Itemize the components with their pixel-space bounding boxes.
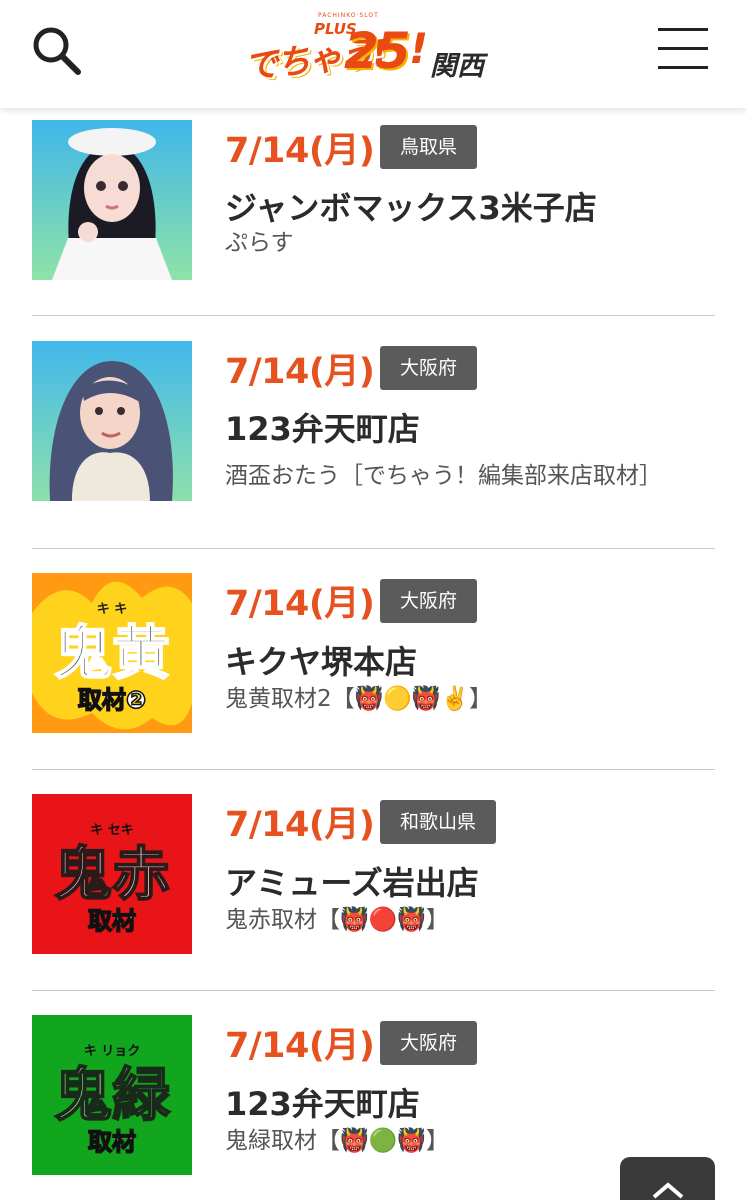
scroll-to-top-button[interactable] bbox=[620, 1157, 715, 1200]
portrait-thumbnail bbox=[32, 120, 192, 280]
chevron-up-icon bbox=[652, 1182, 684, 1199]
event-description: ぷらす bbox=[225, 230, 294, 256]
shop-name: キクヤ堺本店 bbox=[225, 643, 418, 681]
prefecture-badge: 大阪府 bbox=[380, 346, 478, 390]
prefecture-badge: 和歌山県 bbox=[380, 800, 497, 844]
prefecture-badge: 鳥取県 bbox=[380, 125, 478, 169]
event-date: 7/14(月) bbox=[225, 131, 375, 171]
logo-region: 関西 bbox=[430, 51, 484, 82]
oni-red-badge-thumbnail: キ セキ 鬼赤 取材 bbox=[32, 794, 192, 954]
list-item[interactable]: 7/14(月) 大阪府 123弁天町店 酒盃おたう［でちゃう！編集部来店取材］ bbox=[32, 316, 715, 549]
shop-name: 123弁天町店 bbox=[225, 410, 420, 448]
portrait-thumbnail bbox=[32, 341, 192, 501]
badge-sub-text: 取材❷ bbox=[78, 686, 146, 714]
search-icon[interactable] bbox=[28, 22, 84, 78]
event-description: 鬼緑取材【👹🟢👹】 bbox=[225, 1128, 449, 1154]
ruby-text: キ リョク bbox=[84, 1044, 141, 1059]
list-item[interactable]: キ キ 鬼黄 取材❷ 7/14(月) 大阪府 キクヤ堺本店 鬼黄取材2【👹🟡👹✌… bbox=[32, 549, 715, 770]
site-logo[interactable]: PACHINKO·SLOT PLUS でちゃう! 25 ! 関西 bbox=[243, 10, 514, 87]
logo-subtext: PACHINKO·SLOT bbox=[318, 12, 379, 19]
shop-name: アミューズ岩出店 bbox=[225, 864, 479, 902]
badge-main-text: 鬼赤 bbox=[54, 840, 170, 908]
list-item[interactable]: 7/14(月) 鳥取県 ジャンボマックス3米子店 ぷらす bbox=[32, 108, 715, 316]
site-header: PACHINKO·SLOT PLUS でちゃう! 25 ! 関西 bbox=[0, 0, 747, 108]
badge-main-text: 鬼黄 bbox=[54, 619, 170, 687]
prefecture-badge: 大阪府 bbox=[380, 579, 478, 623]
event-date: 7/14(月) bbox=[225, 805, 375, 845]
logo-number: 25 bbox=[344, 22, 411, 80]
badge-main-text: 鬼緑 bbox=[54, 1061, 171, 1129]
badge-sub-text: 取材 bbox=[88, 1128, 136, 1156]
hamburger-menu-icon[interactable] bbox=[656, 24, 712, 72]
ruby-text: キ セキ bbox=[90, 823, 134, 838]
event-description: 鬼黄取材2【👹🟡👹✌️】 bbox=[225, 686, 493, 712]
shop-name: 123弁天町店 bbox=[225, 1085, 420, 1123]
event-description: 鬼赤取材【👹🔴👹】 bbox=[225, 907, 449, 933]
event-date: 7/14(月) bbox=[225, 584, 375, 624]
event-description: 酒盃おたう［でちゃう！編集部来店取材］ bbox=[225, 463, 662, 489]
oni-yellow-badge-thumbnail: キ キ 鬼黄 取材❷ bbox=[32, 573, 192, 733]
badge-sub-text: 取材 bbox=[88, 907, 136, 935]
logo-mark: ! bbox=[409, 24, 429, 73]
shop-name: ジャンボマックス3米子店 bbox=[225, 189, 597, 227]
prefecture-badge: 大阪府 bbox=[380, 1021, 478, 1065]
event-date: 7/14(月) bbox=[225, 1026, 375, 1066]
event-date: 7/14(月) bbox=[225, 352, 375, 392]
list-item[interactable]: キ リョク 鬼緑 取材 7/14(月) 大阪府 123弁天町店 鬼緑取材【👹🟢👹… bbox=[32, 991, 715, 1200]
oni-green-badge-thumbnail: キ リョク 鬼緑 取材 bbox=[32, 1015, 192, 1175]
ruby-text: キ キ bbox=[97, 602, 128, 617]
list-item[interactable]: キ セキ 鬼赤 取材 7/14(月) 和歌山県 アミューズ岩出店 鬼赤取材【👹🔴… bbox=[32, 770, 715, 991]
